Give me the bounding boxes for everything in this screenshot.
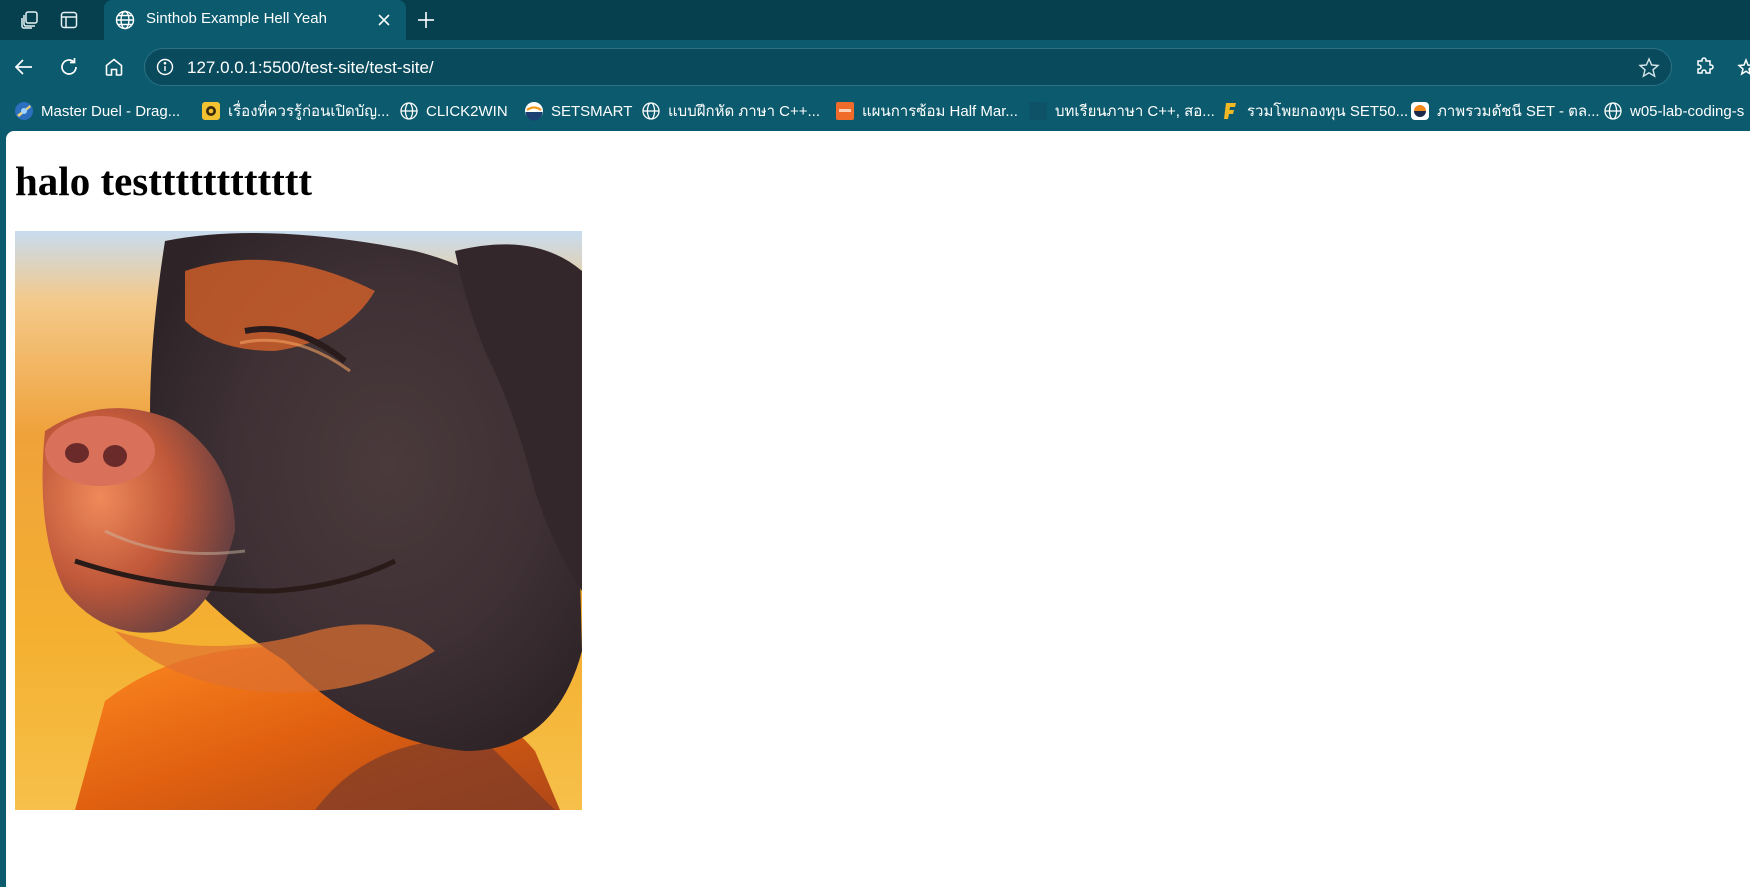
setsmart-icon	[525, 102, 543, 121]
back-icon	[14, 59, 32, 75]
bookmark-label: w05-lab-coding-s	[1630, 102, 1745, 120]
globe-icon	[400, 102, 418, 120]
page-viewport: halo testttttttttttt	[6, 131, 1750, 887]
workspaces-icon	[21, 11, 38, 29]
workspaces-button[interactable]	[15, 6, 45, 34]
bookmark-item[interactable]: รวมโพยกองทุน SET50...	[1220, 98, 1408, 124]
address-bar[interactable]	[144, 48, 1672, 86]
master-duel-icon	[15, 102, 33, 120]
bookmark-label: เรื่องที่ควรรู้ก่อนเปิดบัญ...	[228, 103, 390, 120]
favorites-icon[interactable]	[1736, 52, 1750, 82]
bookmark-label: CLICK2WIN	[426, 102, 508, 120]
globe-icon	[1604, 102, 1622, 120]
star-icon[interactable]	[1637, 56, 1661, 80]
bookmark-item[interactable]: เรื่องที่ควรรู้ก่อนเปิดบัญ...	[201, 98, 390, 124]
new-tab-button[interactable]	[410, 6, 442, 34]
globe-icon	[642, 102, 660, 120]
tab-actions-button[interactable]	[54, 6, 84, 34]
orange-square-icon	[836, 102, 854, 120]
set-logo-icon	[1411, 102, 1429, 120]
bank-logo-icon	[202, 102, 220, 120]
bookmark-item[interactable]: w05-lab-coding-s	[1603, 98, 1744, 124]
back-button[interactable]	[8, 51, 40, 83]
browser-toolbar	[0, 40, 1750, 94]
active-tab[interactable]: Sinthob Example Hell Yeah	[104, 0, 406, 40]
extensions-icon	[1697, 57, 1714, 74]
home-button[interactable]	[98, 51, 130, 83]
bookmark-label: SETSMART	[551, 102, 633, 120]
globe-icon	[115, 10, 135, 30]
bookmark-label: ภาพรวมดัชนี SET - ตล...	[1437, 103, 1600, 120]
bookmark-label: บทเรียนภาษา C++, สอ...	[1055, 103, 1215, 120]
dog-image	[15, 231, 582, 810]
bookmark-label: Master Duel - Drag...	[41, 102, 181, 120]
home-icon	[105, 58, 123, 76]
site-info-button[interactable]	[153, 55, 177, 79]
bookmark-item[interactable]: แผนการซ้อม Half Mar...	[835, 98, 1018, 124]
bookmark-item[interactable]: ภาพรวมดัชนี SET - ตล...	[1410, 98, 1600, 124]
f-logo-icon	[1224, 103, 1236, 119]
bookmark-item[interactable]: บทเรียนภาษา C++, สอ...	[1028, 98, 1215, 124]
bookmark-label: แบบฝึกหัด ภาษา C++...	[668, 103, 821, 120]
page-heading: halo testttttttttttt	[15, 158, 313, 204]
plus-icon	[418, 12, 434, 28]
info-icon	[156, 58, 174, 76]
refresh-button[interactable]	[53, 51, 85, 83]
close-tab-icon[interactable]	[374, 10, 394, 30]
bookmark-label: รวมโพยกองทุน SET50...	[1247, 103, 1409, 120]
bookmark-item[interactable]: SETSMART	[524, 98, 632, 124]
bookmarks-bar: Master Duel - Drag... เรื่องที่ควรรู้ก่อ…	[0, 94, 1750, 128]
bookmark-item[interactable]: Master Duel - Drag...	[14, 98, 180, 124]
refresh-icon	[61, 58, 77, 75]
tab-strip: Sinthob Example Hell Yeah	[0, 0, 1750, 40]
bookmark-item[interactable]: แบบฝึกหัด ภาษา C++...	[641, 98, 820, 124]
tab-title: Sinthob Example Hell Yeah	[146, 10, 327, 27]
bookmark-item[interactable]: CLICK2WIN	[399, 98, 508, 124]
dark-square-icon	[1029, 102, 1047, 120]
extensions-button[interactable]	[1690, 52, 1720, 82]
bookmark-label: แผนการซ้อม Half Mar...	[862, 103, 1018, 120]
vertical-tabs-icon	[60, 11, 78, 29]
url-field[interactable]	[187, 58, 1587, 78]
